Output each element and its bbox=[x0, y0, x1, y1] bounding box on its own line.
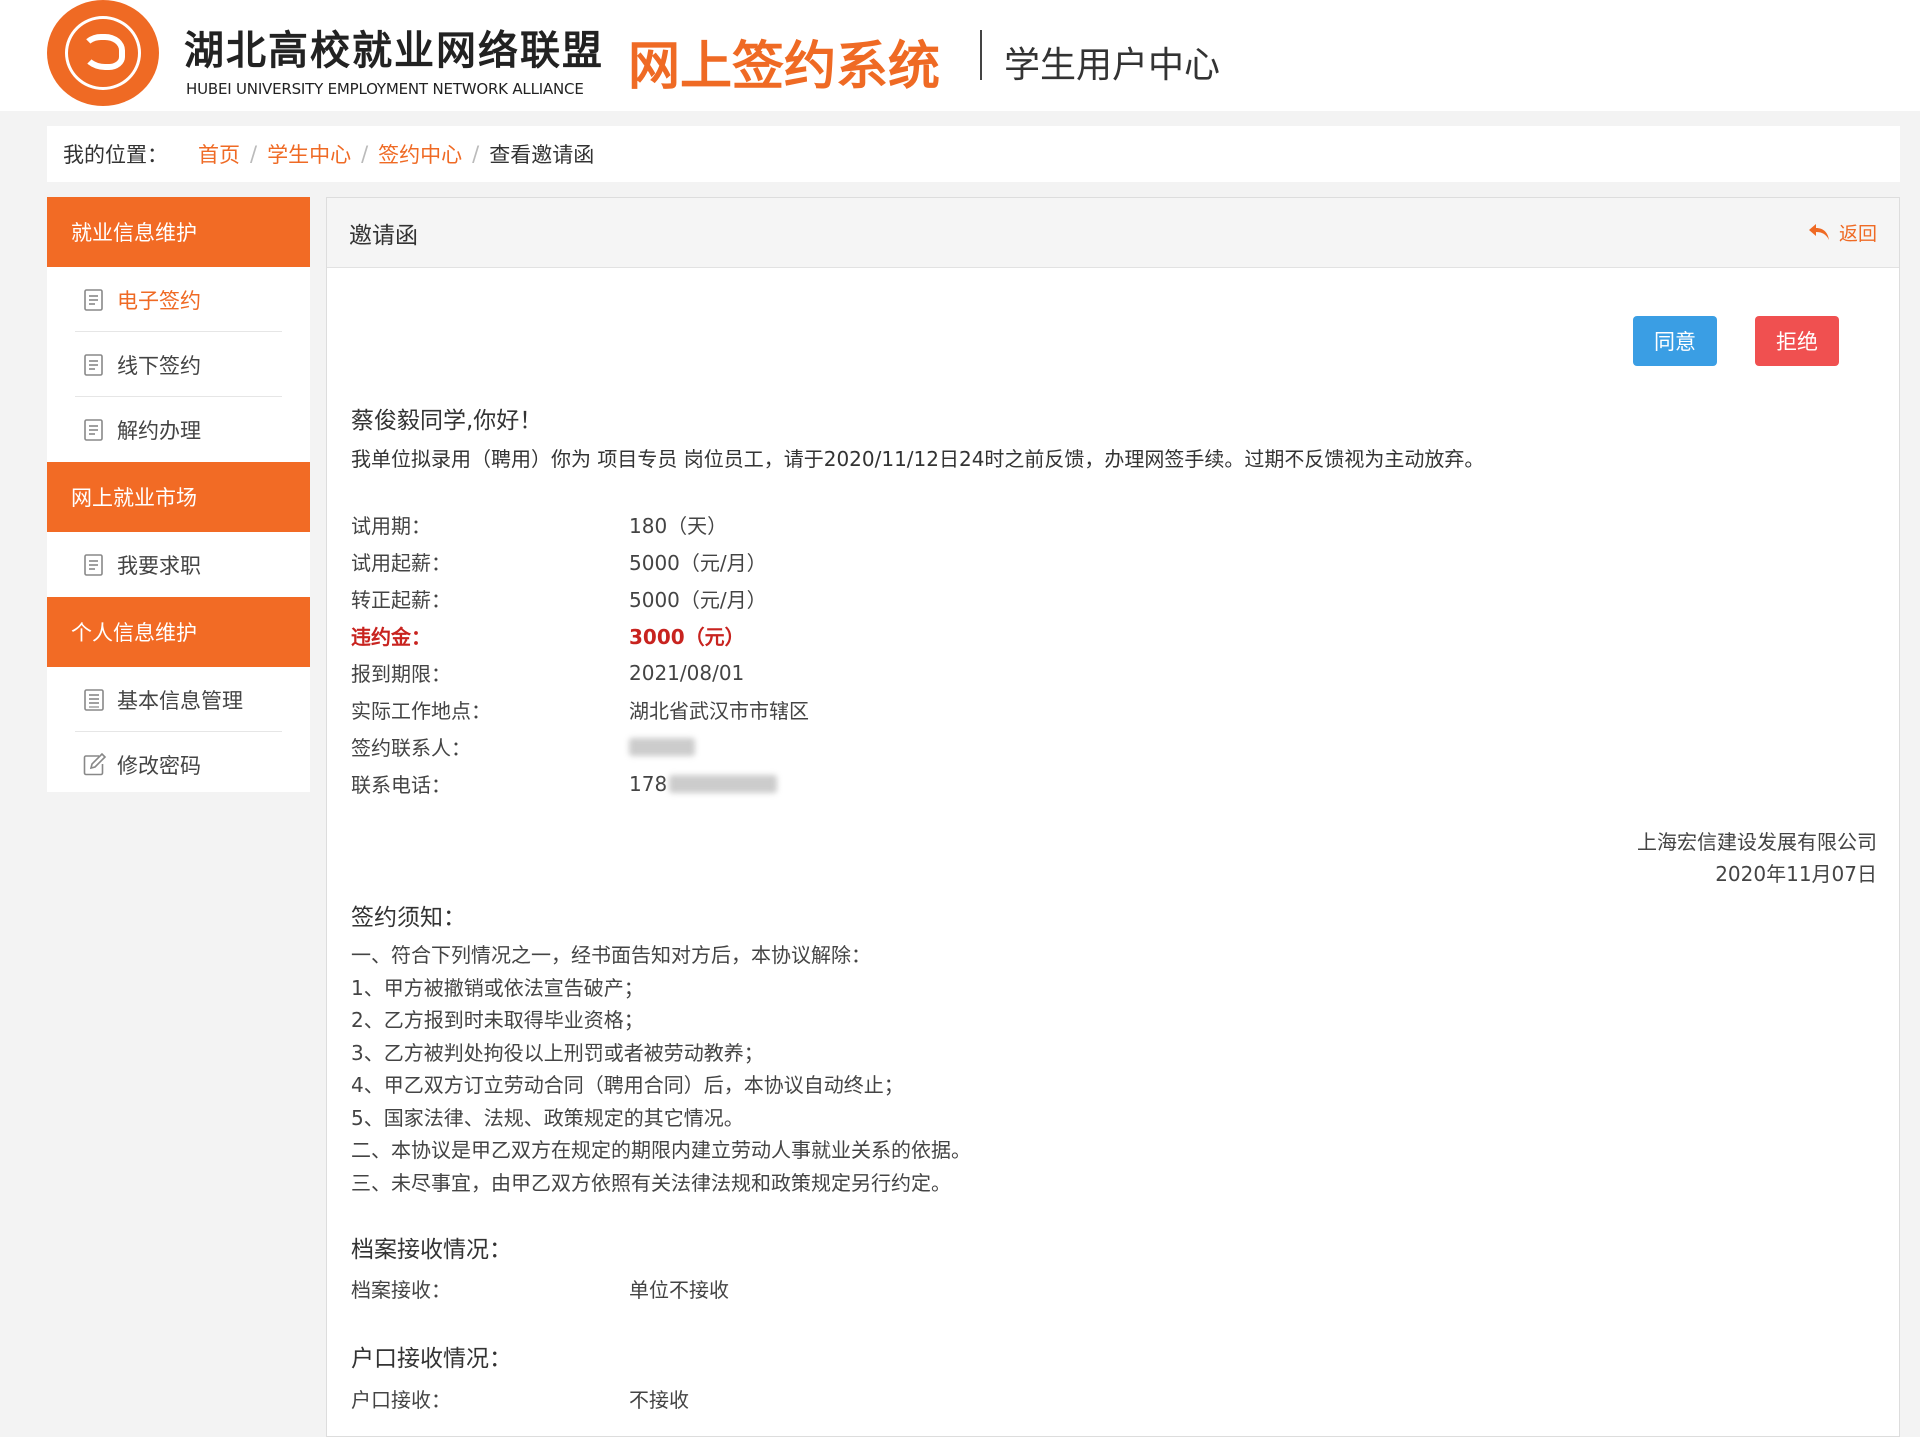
letter-date: 2020年11月07日 bbox=[1715, 862, 1877, 886]
sidebar-item-change-password[interactable]: 修改密码 bbox=[47, 732, 310, 797]
breadcrumb-current: 查看邀请函 bbox=[489, 143, 595, 167]
system-name: 网上签约系统 bbox=[628, 36, 941, 97]
breadcrumb-label: 我的位置： bbox=[63, 143, 168, 167]
sidebar-item-label: 解约办理 bbox=[117, 418, 201, 443]
field-value: 湖北省武汉市市辖区 bbox=[629, 699, 809, 723]
back-button[interactable]: 返回 bbox=[1807, 219, 1877, 246]
sidebar-item-basic-info[interactable]: 基本信息管理 bbox=[47, 667, 310, 732]
hukou-label: 户口接收： bbox=[351, 1388, 451, 1412]
greeting: 蔡俊毅同学,你好！ bbox=[351, 408, 543, 434]
redacted-value bbox=[669, 774, 778, 793]
breadcrumb-home[interactable]: 首页 bbox=[198, 139, 240, 169]
breadcrumb: 我的位置： 首页 / 学生中心 / 签约中心 / 查看邀请函 bbox=[47, 126, 1900, 182]
agree-button[interactable]: 同意 bbox=[1633, 316, 1717, 366]
archive-section-title: 档案接收情况： bbox=[351, 1237, 512, 1263]
breadcrumb-separator: / bbox=[472, 142, 480, 166]
logo-swoosh bbox=[81, 34, 125, 70]
field-work-location: 实际工作地点： 湖北省武汉市市辖区 bbox=[351, 691, 809, 728]
document-icon bbox=[81, 352, 107, 378]
hukou-section-title: 户口接收情况： bbox=[351, 1346, 512, 1372]
field-regular-salary: 转正起薪： 5000（元/月） bbox=[351, 580, 809, 617]
sidebar-item-label: 修改密码 bbox=[117, 753, 201, 778]
breadcrumb-separator: / bbox=[361, 142, 369, 166]
field-label: 试用期： bbox=[351, 514, 431, 538]
archive-label: 档案接收： bbox=[351, 1278, 451, 1302]
sidebar-item-label: 线下签约 bbox=[117, 353, 201, 378]
sidebar-item-label: 电子签约 bbox=[117, 288, 201, 313]
center-name: 学生用户中心 bbox=[1004, 45, 1221, 86]
panel-header: 邀请函 返回 bbox=[327, 198, 1899, 268]
field-label: 签约联系人： bbox=[351, 736, 471, 760]
offer-fields: 试用期： 180（天） 试用起薪： 5000（元/月） 转正起薪： 5000（元… bbox=[351, 506, 809, 802]
field-label: 实际工作地点： bbox=[351, 699, 491, 723]
archive-row: 档案接收： 单位不接收 bbox=[351, 1274, 729, 1303]
sidebar-group-employment-info[interactable]: 就业信息维护 bbox=[47, 197, 310, 267]
back-label: 返回 bbox=[1838, 223, 1877, 245]
field-contact-person: 签约联系人： bbox=[351, 728, 809, 765]
sidebar-item-contract-termination[interactable]: 解约办理 bbox=[47, 397, 310, 462]
document-icon bbox=[81, 287, 107, 313]
field-probation-salary: 试用起薪： 5000（元/月） bbox=[351, 543, 809, 580]
field-value: 180（天） bbox=[629, 514, 728, 538]
sidebar-item-label: 基本信息管理 bbox=[117, 688, 243, 713]
field-contact-phone: 联系电话： 178 bbox=[351, 765, 809, 802]
list-document-icon bbox=[81, 687, 107, 713]
sidebar-item-e-signing[interactable]: 电子签约 bbox=[47, 267, 310, 332]
field-value: 3000（元） bbox=[629, 625, 745, 649]
reject-button[interactable]: 拒绝 bbox=[1755, 316, 1839, 366]
sidebar-item-offline-signing[interactable]: 线下签约 bbox=[47, 332, 310, 397]
panel-title: 邀请函 bbox=[349, 222, 418, 249]
notice-line: 1、甲方被撤销或依法宣告破产； bbox=[351, 975, 644, 1000]
company-name: 上海宏信建设发展有限公司 bbox=[1637, 830, 1877, 854]
notice-line: 一、符合下列情况之一，经书面告知对方后，本协议解除： bbox=[351, 943, 871, 967]
notice-title: 签约须知： bbox=[351, 905, 466, 931]
edit-icon bbox=[81, 752, 107, 778]
notice-line: 3、乙方被判处拘役以上刑罚或者被劳动教养； bbox=[351, 1040, 764, 1065]
field-penalty: 违约金： 3000（元） bbox=[351, 617, 809, 654]
field-report-deadline: 报到期限： 2021/08/01 bbox=[351, 654, 809, 691]
field-value: 5000（元/月） bbox=[629, 551, 767, 575]
field-label: 试用起薪： bbox=[351, 551, 451, 575]
field-probation: 试用期： 180（天） bbox=[351, 506, 809, 543]
sidebar: 就业信息维护 电子签约 线下签约 解约办理 网上就业市场 我要求职 个人信息维护… bbox=[47, 197, 310, 792]
redacted-value bbox=[629, 737, 695, 756]
field-value: 178 bbox=[629, 771, 668, 796]
sidebar-item-label: 我要求职 bbox=[117, 553, 201, 578]
field-label: 转正起薪： bbox=[351, 588, 451, 612]
field-label: 报到期限： bbox=[351, 662, 451, 686]
site-name-en: HUBEI UNIVERSITY EMPLOYMENT NETWORK ALLI… bbox=[186, 80, 584, 98]
breadcrumb-separator: / bbox=[250, 142, 258, 166]
archive-value: 单位不接收 bbox=[629, 1278, 729, 1302]
notice-line: 4、甲乙双方订立劳动合同（聘用合同）后，本协议自动终止； bbox=[351, 1073, 904, 1097]
document-icon bbox=[81, 552, 107, 578]
field-value: 2021/08/01 bbox=[629, 660, 745, 685]
breadcrumb-student-center[interactable]: 学生中心 bbox=[267, 139, 351, 169]
signer-block: 上海宏信建设发展有限公司 2020年11月07日 bbox=[1637, 826, 1877, 890]
sidebar-item-job-seeking[interactable]: 我要求职 bbox=[47, 532, 310, 597]
notice-list: 一、符合下列情况之一，经书面告知对方后，本协议解除： 1、甲方被撤销或依法宣告破… bbox=[351, 939, 971, 1199]
field-value: 5000（元/月） bbox=[629, 588, 767, 612]
sidebar-group-personal-info[interactable]: 个人信息维护 bbox=[47, 597, 310, 667]
site-header: 湖北高校就业网络联盟 HUBEI UNIVERSITY EMPLOYMENT N… bbox=[0, 0, 1920, 111]
notice-line: 2、乙方报到时未取得毕业资格； bbox=[351, 1008, 644, 1032]
site-name: 湖北高校就业网络联盟 bbox=[184, 27, 604, 74]
hukou-value: 不接收 bbox=[629, 1388, 689, 1412]
field-label: 联系电话： bbox=[351, 773, 451, 797]
document-icon bbox=[81, 417, 107, 443]
hukou-row: 户口接收： 不接收 bbox=[351, 1384, 689, 1413]
sidebar-group-job-market[interactable]: 网上就业市场 bbox=[47, 462, 310, 532]
field-label: 违约金： bbox=[351, 625, 431, 649]
invitation-panel: 邀请函 返回 同意 拒绝 蔡俊毅同学,你好！ 我单位拟录用（聘用）你为 项目专员… bbox=[326, 197, 1900, 1437]
intro-text: 我单位拟录用（聘用）你为 项目专员 岗位员工，请于2020/11/12日24时之… bbox=[351, 447, 1485, 471]
notice-line: 三、未尽事宜，由甲乙双方依照有关法律法规和政策规定另行约定。 bbox=[351, 1170, 951, 1195]
breadcrumb-signing-center[interactable]: 签约中心 bbox=[378, 139, 462, 169]
title-divider bbox=[980, 30, 982, 80]
back-arrow-icon bbox=[1808, 223, 1829, 240]
site-logo[interactable] bbox=[47, 0, 159, 106]
notice-line: 二、本协议是甲乙双方在规定的期限内建立劳动人事就业关系的依据。 bbox=[351, 1138, 971, 1162]
notice-line: 5、国家法律、法规、政策规定的其它情况。 bbox=[351, 1105, 744, 1130]
